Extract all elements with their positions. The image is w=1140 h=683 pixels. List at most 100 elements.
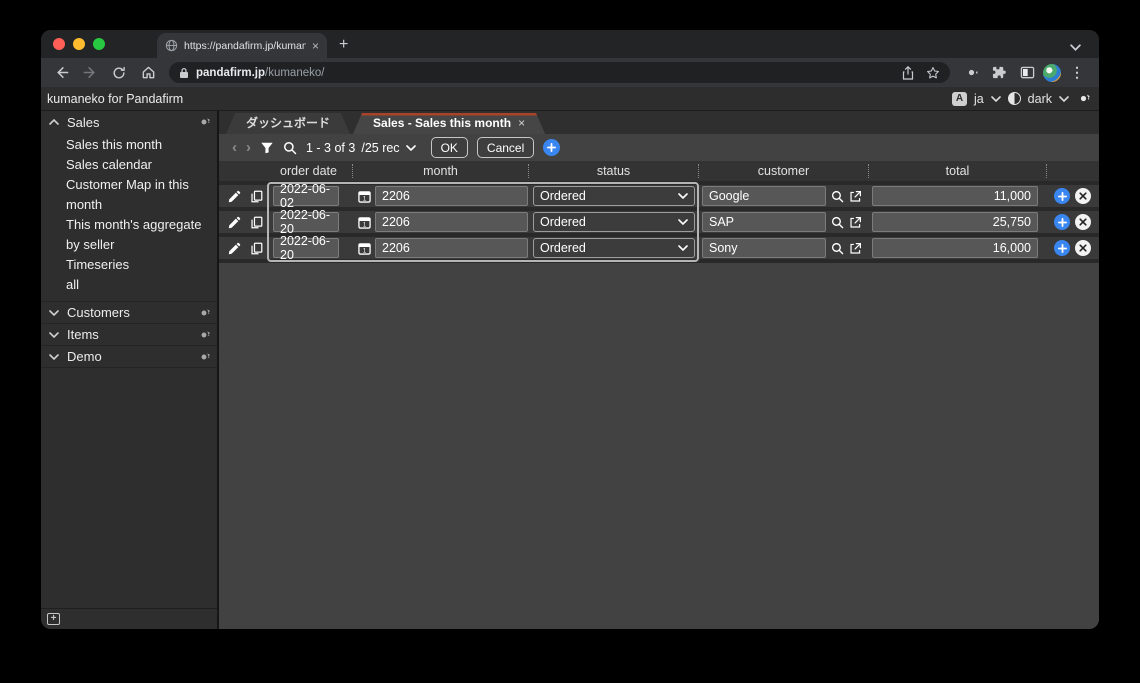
side-panel-icon[interactable]: [1015, 61, 1039, 85]
sidebar-section-items[interactable]: Items: [41, 323, 217, 345]
settings-gear-icon[interactable]: [959, 61, 983, 85]
tab-close-icon[interactable]: ×: [518, 113, 525, 134]
customer-input[interactable]: SAP: [702, 212, 826, 232]
table-row: 2022-06-20 1 2206 Ordered: [219, 211, 1099, 233]
sidebar-section-demo[interactable]: Demo: [41, 345, 217, 367]
share-icon[interactable]: [899, 64, 917, 82]
search-icon[interactable]: [283, 141, 297, 155]
external-link-icon[interactable]: [849, 242, 862, 255]
bookmark-star-icon[interactable]: [924, 64, 942, 82]
sidebar-section-sales[interactable]: Sales: [41, 111, 217, 133]
calendar-icon[interactable]: 1: [358, 190, 371, 203]
ok-button[interactable]: OK: [431, 137, 468, 158]
month-input[interactable]: 2206: [375, 238, 528, 258]
record-range: 1 - 3 of 3: [306, 141, 355, 155]
home-icon[interactable]: [136, 61, 160, 85]
add-record-button[interactable]: [543, 139, 560, 156]
next-page-icon[interactable]: ›: [246, 140, 251, 155]
reload-icon[interactable]: [107, 61, 131, 85]
tab-label: ダッシュボード: [246, 116, 330, 130]
sidebar-item-sales-this-month[interactable]: Sales this month: [66, 135, 209, 155]
language-select[interactable]: ja: [974, 92, 984, 106]
sidebar: Sales Sales this month Sales calendar Cu…: [41, 111, 219, 629]
sidebar-item-aggregate-by-seller[interactable]: This month's aggregate by seller: [66, 215, 209, 255]
month-input[interactable]: 2206: [375, 186, 528, 206]
status-select[interactable]: Ordered: [533, 186, 695, 206]
insert-row-button[interactable]: [1054, 188, 1070, 204]
lookup-search-icon[interactable]: [831, 242, 844, 255]
calendar-icon[interactable]: 1: [358, 216, 371, 229]
sidebar-sales-items: Sales this month Sales calendar Customer…: [41, 133, 217, 301]
sidebar-nav: Sales Sales this month Sales calendar Cu…: [41, 111, 217, 608]
chevron-down-icon[interactable]: [1059, 96, 1069, 102]
chevron-down-icon: [49, 354, 59, 360]
app-settings-gear-icon[interactable]: [1076, 91, 1091, 106]
zoom-window-button[interactable]: [93, 38, 105, 50]
column-header-total: total: [869, 164, 1047, 178]
order-date-input[interactable]: 2022-06-02: [273, 186, 339, 206]
filter-funnel-icon[interactable]: [260, 141, 274, 155]
duplicate-copy-icon[interactable]: [250, 190, 263, 203]
order-date-input[interactable]: 2022-06-20: [273, 212, 339, 232]
lookup-search-icon[interactable]: [831, 190, 844, 203]
tab-sales-this-month[interactable]: Sales - Sales this month ×: [353, 113, 545, 134]
edit-pencil-icon[interactable]: [228, 216, 241, 229]
total-input[interactable]: 11,000: [872, 186, 1038, 206]
edit-pencil-icon[interactable]: [228, 190, 241, 203]
sidebar-item-sales-calendar[interactable]: Sales calendar: [66, 155, 209, 175]
status-select[interactable]: Ordered: [533, 212, 695, 232]
sidebar-item-timeseries[interactable]: Timeseries: [66, 255, 209, 275]
profile-avatar[interactable]: [1043, 64, 1061, 82]
total-input[interactable]: 25,750: [872, 212, 1038, 232]
prev-page-icon[interactable]: ‹: [232, 140, 237, 155]
cancel-button[interactable]: Cancel: [477, 137, 534, 158]
table-row: 2022-06-20 1 2206 Ordered: [219, 237, 1099, 259]
record-count-dropdown[interactable]: 1 - 3 of 3 /25 rec: [306, 141, 416, 155]
delete-row-button[interactable]: [1075, 188, 1091, 204]
grid-rows: 2022-06-02 1 2206 Ordered: [219, 181, 1099, 263]
insert-row-button[interactable]: [1054, 240, 1070, 256]
gear-icon[interactable]: [197, 115, 211, 129]
tab-search-chevron-icon[interactable]: [1070, 44, 1081, 51]
calendar-icon[interactable]: 1: [358, 242, 371, 255]
customer-input[interactable]: Sony: [702, 238, 826, 258]
delete-row-button[interactable]: [1075, 240, 1091, 256]
kebab-menu-icon[interactable]: ⋮: [1065, 61, 1089, 85]
tab-close-icon[interactable]: ×: [312, 40, 319, 52]
minimize-window-button[interactable]: [73, 38, 85, 50]
lookup-search-icon[interactable]: [831, 216, 844, 229]
theme-select[interactable]: dark: [1028, 92, 1052, 106]
browser-tab[interactable]: https://pandafirm.jp/kumaneko ×: [157, 33, 327, 58]
gear-icon[interactable]: [197, 328, 211, 342]
new-tab-button[interactable]: +: [339, 36, 348, 54]
status-select[interactable]: Ordered: [533, 238, 695, 258]
delete-row-button[interactable]: [1075, 214, 1091, 230]
total-input[interactable]: 16,000: [872, 238, 1038, 258]
sidebar-item-all[interactable]: all: [66, 275, 209, 295]
chevron-down-icon[interactable]: [991, 96, 1001, 102]
sidebar-item-customer-map[interactable]: Customer Map in this month: [66, 175, 209, 215]
external-link-icon[interactable]: [849, 190, 862, 203]
record-per-page: /25 rec: [361, 141, 399, 155]
url-bar[interactable]: pandafirm.jp/kumaneko/: [169, 62, 950, 83]
gear-icon[interactable]: [197, 350, 211, 364]
customer-input[interactable]: Google: [702, 186, 826, 206]
back-icon[interactable]: [49, 61, 73, 85]
forward-icon[interactable]: [78, 61, 102, 85]
app-header-controls: A ja dark: [952, 91, 1091, 106]
theme-contrast-icon: [1008, 92, 1021, 105]
insert-row-button[interactable]: [1054, 214, 1070, 230]
tab-dashboard[interactable]: ダッシュボード: [226, 113, 350, 134]
close-window-button[interactable]: [53, 38, 65, 50]
extensions-puzzle-icon[interactable]: [987, 61, 1011, 85]
gear-icon[interactable]: [197, 306, 211, 320]
order-date-input[interactable]: 2022-06-20: [273, 238, 339, 258]
duplicate-copy-icon[interactable]: [250, 242, 263, 255]
duplicate-copy-icon[interactable]: [250, 216, 263, 229]
month-input[interactable]: 2206: [375, 212, 528, 232]
edit-pencil-icon[interactable]: [228, 242, 241, 255]
add-space-icon[interactable]: +: [47, 613, 60, 625]
sidebar-section-customers[interactable]: Customers: [41, 301, 217, 323]
chevron-down-icon: [406, 145, 416, 151]
external-link-icon[interactable]: [849, 216, 862, 229]
